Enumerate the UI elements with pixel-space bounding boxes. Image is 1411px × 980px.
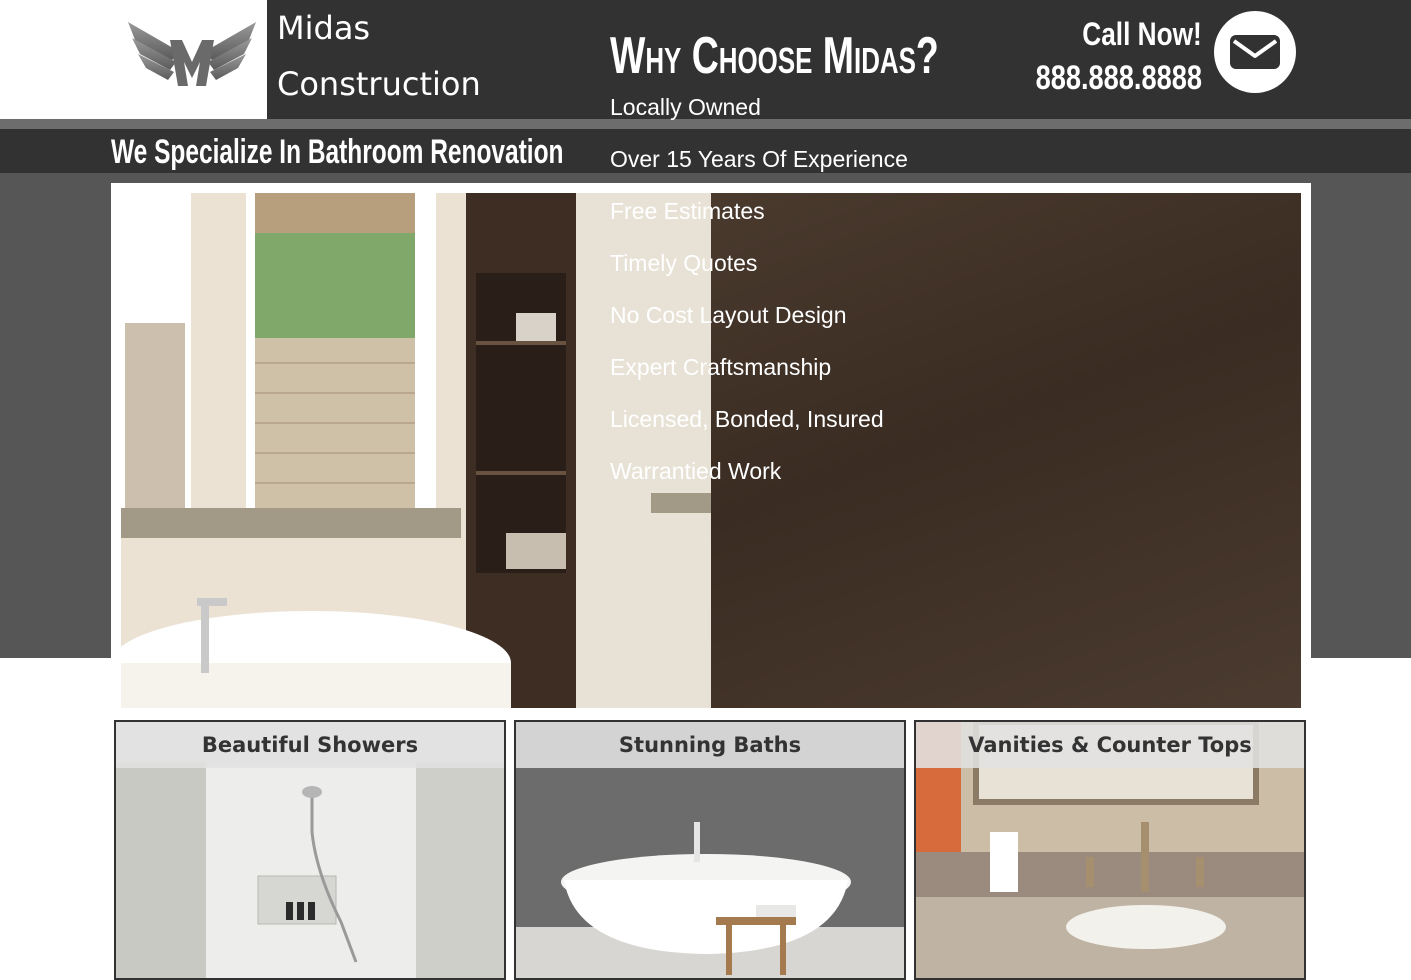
brand-line-2: Construction bbox=[277, 65, 481, 103]
card-stunning-baths[interactable]: Stunning Baths bbox=[514, 720, 906, 980]
card-beautiful-showers[interactable]: Beautiful Showers bbox=[114, 720, 506, 980]
benefits-list: Locally Owned Over 15 Years Of Experienc… bbox=[610, 90, 908, 506]
phone-number[interactable]: 888.888.8888 bbox=[1036, 58, 1202, 98]
card-title: Vanities & Counter Tops bbox=[916, 722, 1304, 768]
tagline: We Specialize In Bathroom Renovation bbox=[111, 133, 564, 171]
list-item: Licensed, Bonded, Insured bbox=[610, 406, 884, 432]
list-item: No Cost Layout Design bbox=[610, 302, 847, 328]
list-item: Warrantied Work bbox=[610, 458, 782, 484]
list-item: Over 15 Years Of Experience bbox=[610, 146, 908, 172]
list-item: Locally Owned bbox=[610, 94, 761, 120]
call-now-label: Call Now! bbox=[1082, 16, 1202, 52]
list-item: Free Estimates bbox=[610, 198, 765, 224]
card-title: Beautiful Showers bbox=[116, 722, 504, 768]
card-vanities-counter-tops[interactable]: Vanities & Counter Tops bbox=[914, 720, 1306, 980]
list-item: Timely Quotes bbox=[610, 250, 758, 276]
brand-name[interactable]: Midas Construction bbox=[277, 0, 481, 112]
wing-m-logo-icon bbox=[128, 22, 256, 86]
logo[interactable] bbox=[0, 0, 267, 119]
list-item: Expert Craftsmanship bbox=[610, 354, 832, 380]
brand-line-1: Midas bbox=[277, 9, 371, 47]
why-choose-title: Why Choose Midas? bbox=[610, 27, 939, 85]
envelope-icon bbox=[1230, 35, 1280, 69]
card-title: Stunning Baths bbox=[516, 722, 904, 768]
email-button[interactable] bbox=[1214, 11, 1296, 93]
